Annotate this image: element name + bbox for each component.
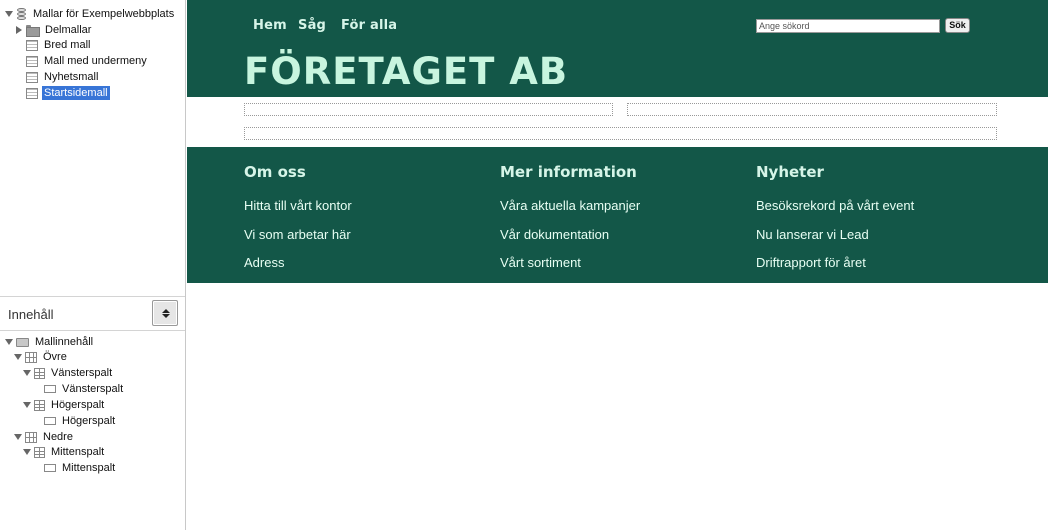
- tree-item-hogerspalt[interactable]: Högerspalt: [44, 413, 117, 429]
- tree-item-ovre[interactable]: Övre: [13, 349, 69, 365]
- nav-link-hem[interactable]: Hem: [253, 18, 287, 33]
- tree-item-vansterspalt[interactable]: Vänsterspalt: [44, 381, 125, 397]
- column-grid-icon: [34, 399, 45, 411]
- tree-label: Övre: [43, 351, 67, 363]
- region-icon: [44, 417, 56, 425]
- tree-root-templates[interactable]: Mallar för Exempelwebbplats: [4, 6, 176, 22]
- collapse-icon[interactable]: [152, 300, 178, 326]
- footer-link[interactable]: Vår dokumentation: [500, 227, 609, 242]
- tree-root-mallinnehall[interactable]: Mallinnehåll: [4, 334, 95, 350]
- tree-item-mittenspalt[interactable]: Mittenspalt: [44, 460, 117, 476]
- footer-heading-om-oss: Om oss: [244, 163, 306, 181]
- database-icon: [16, 7, 27, 21]
- tree-label: Mallinnehåll: [35, 336, 94, 348]
- expand-arrow-icon[interactable]: [13, 352, 23, 362]
- template-preview: Hem Såg För alla Sök FÖRETAGET AB Om oss…: [187, 0, 1048, 530]
- content-panel-header: Innehåll: [0, 296, 185, 331]
- template-icon: [26, 71, 38, 83]
- folder-icon: [26, 25, 40, 37]
- tree-item-nyhetsmall[interactable]: Nyhetsmall: [26, 69, 100, 85]
- site-header: Hem Såg För alla Sök FÖRETAGET AB: [187, 0, 1048, 97]
- site-footer: Om oss Hitta till vårt kontor Vi som arb…: [187, 147, 1048, 283]
- expand-arrow-icon[interactable]: [4, 337, 14, 347]
- tree-label: Mall med undermeny: [44, 55, 147, 67]
- tree-label: Nedre: [43, 431, 73, 443]
- collapsed-arrow-icon[interactable]: [14, 25, 24, 35]
- tree-item-startsidemall[interactable]: Startsidemall: [26, 85, 110, 101]
- footer-link[interactable]: Besöksrekord på vårt event: [756, 198, 914, 213]
- grid-icon: [25, 351, 37, 363]
- tree-item-hogerspalt-group[interactable]: Högerspalt: [22, 397, 106, 413]
- page-icon: [16, 337, 29, 347]
- expand-arrow-icon[interactable]: [22, 368, 32, 378]
- tree-item-nedre[interactable]: Nedre: [13, 429, 75, 445]
- region-mittenspalt[interactable]: [244, 127, 997, 140]
- tree-label: Bred mall: [44, 39, 91, 51]
- content-panel-title: Innehåll: [8, 307, 54, 322]
- tree-item-vansterspalt-group[interactable]: Vänsterspalt: [22, 365, 114, 381]
- tree-label: Vänsterspalt: [51, 367, 113, 379]
- tree-label: Mittenspalt: [51, 446, 105, 458]
- footer-link[interactable]: Vårt sortiment: [500, 255, 581, 270]
- template-icon: [26, 87, 38, 99]
- footer-link[interactable]: Hitta till vårt kontor: [244, 198, 352, 213]
- region-icon: [44, 464, 56, 472]
- search-input[interactable]: [756, 19, 940, 33]
- search-button[interactable]: Sök: [945, 18, 970, 33]
- expand-arrow-icon[interactable]: [22, 447, 32, 457]
- tree-label: Högerspalt: [62, 415, 116, 427]
- tree-item-bred-mall[interactable]: Bred mall: [26, 37, 92, 53]
- column-grid-icon: [34, 446, 45, 458]
- region-hogerspalt[interactable]: [627, 103, 997, 116]
- footer-heading-mer-information: Mer information: [500, 163, 637, 181]
- footer-link[interactable]: Nu lanserar vi Lead: [756, 227, 869, 242]
- grid-icon: [25, 431, 37, 443]
- nav-link-for-alla[interactable]: För alla: [341, 18, 397, 33]
- tree-item-mall-med-undermeny[interactable]: Mall med undermeny: [26, 53, 149, 69]
- tree-label-selected: Startsidemall: [42, 86, 110, 100]
- footer-heading-nyheter: Nyheter: [756, 163, 824, 181]
- footer-link[interactable]: Driftrapport för året: [756, 255, 866, 270]
- nav-link-sag[interactable]: Såg: [298, 18, 326, 33]
- expand-arrow-icon[interactable]: [4, 9, 14, 19]
- footer-link[interactable]: Våra aktuella kampanjer: [500, 198, 640, 213]
- tree-label: Nyhetsmall: [44, 71, 99, 83]
- tree-label: Mallar för Exempelwebbplats: [33, 8, 175, 20]
- expand-arrow-icon[interactable]: [22, 400, 32, 410]
- expand-arrow-icon[interactable]: [13, 432, 23, 442]
- tree-label: Delmallar: [45, 24, 92, 36]
- tree-item-delmallar[interactable]: Delmallar: [14, 22, 93, 38]
- tree-item-mittenspalt-group[interactable]: Mittenspalt: [22, 444, 106, 460]
- tree-label: Vänsterspalt: [62, 383, 124, 395]
- region-vansterspalt[interactable]: [244, 103, 613, 116]
- template-icon: [26, 55, 38, 67]
- left-panel: Mallar för Exempelwebbplats Delmallar Br…: [0, 0, 186, 530]
- column-grid-icon: [34, 367, 45, 379]
- tree-label: Mittenspalt: [62, 462, 116, 474]
- tree-label: Högerspalt: [51, 399, 105, 411]
- footer-link[interactable]: Vi som arbetar här: [244, 227, 351, 242]
- template-icon: [26, 39, 38, 51]
- company-title: FÖRETAGET AB: [244, 50, 569, 93]
- region-icon: [44, 385, 56, 393]
- footer-link[interactable]: Adress: [244, 255, 284, 270]
